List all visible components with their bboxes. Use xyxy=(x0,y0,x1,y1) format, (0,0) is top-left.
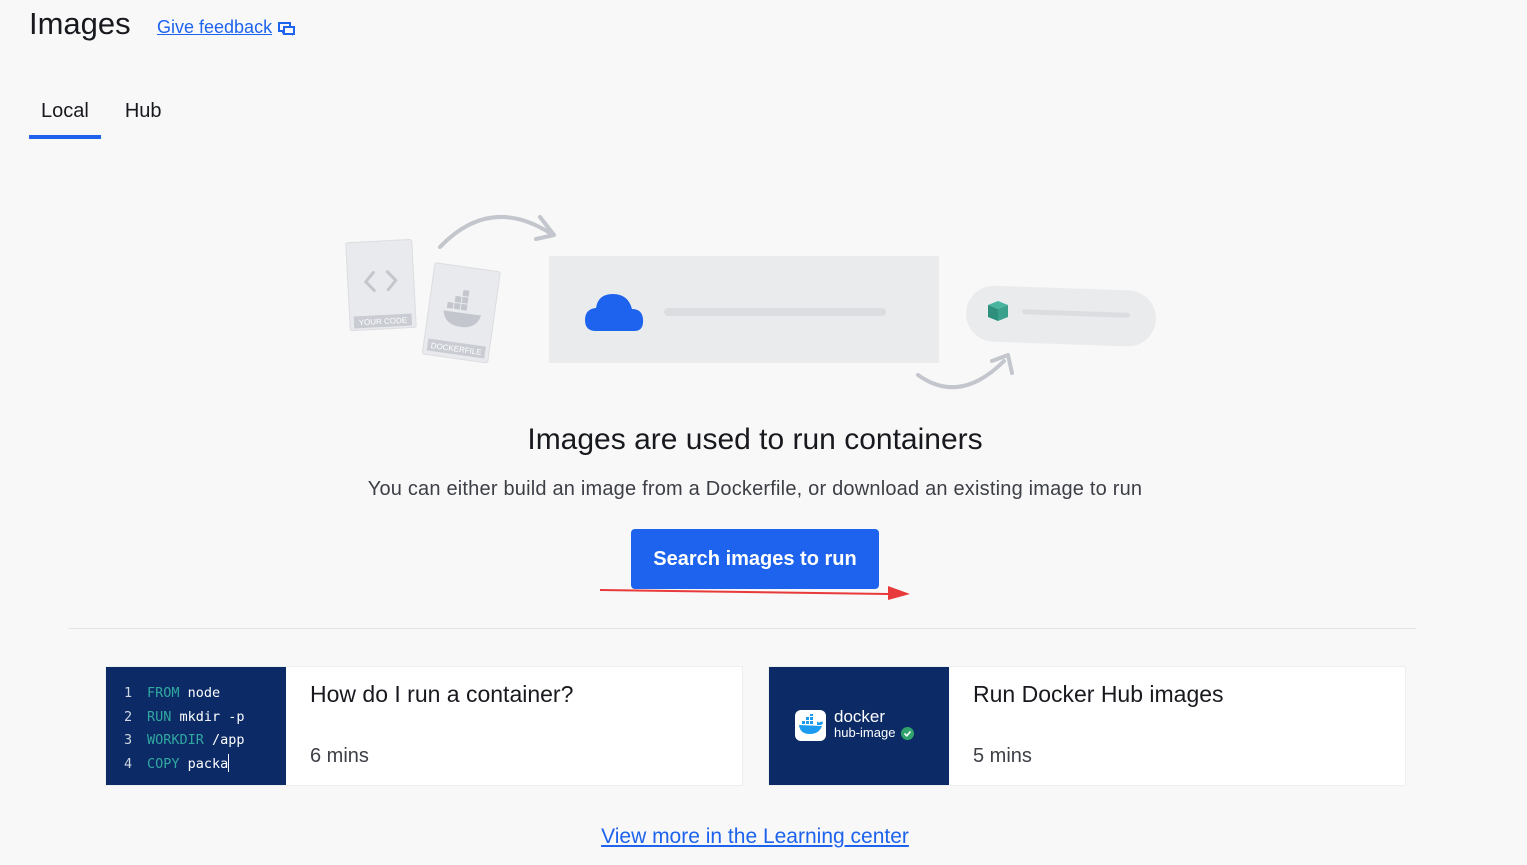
annotation-arrow-icon xyxy=(599,586,910,600)
search-images-button[interactable]: Search images to run xyxy=(631,529,879,589)
empty-state-illustration: YOUR CODE DOCKERFILE xyxy=(345,214,1156,390)
docker-whale-icon xyxy=(795,709,826,741)
your-code-file-icon: YOUR CODE xyxy=(345,238,417,332)
verified-check-icon xyxy=(901,726,915,740)
dockerfile-file-icon: DOCKERFILE xyxy=(421,262,501,364)
section-divider xyxy=(68,628,1416,629)
card-body: Run Docker Hub images 5 mins xyxy=(949,667,1405,785)
docker-logo-text: docker xyxy=(834,707,886,726)
empty-state-heading: Images are used to run containers xyxy=(527,423,983,456)
code-line: 2 RUN mkdir -p xyxy=(124,708,245,725)
docker-hub-logo: docker hub-image xyxy=(795,707,915,741)
feedback-icon xyxy=(278,21,296,36)
learn-card-run-container[interactable]: 1 FROM node 2 RUN mkdir -p 3 WORKDIR /app 4… xyxy=(106,667,742,785)
give-feedback-label: Give feedback xyxy=(157,17,273,37)
learn-card-docker-hub[interactable]: docker hub-image Run Docker Hub images 5… xyxy=(769,667,1405,785)
images-page: Images Give feedback Local Hub YOUR CODE xyxy=(0,0,1527,865)
card-title: How do I run a container? xyxy=(310,681,574,707)
page-title: Images xyxy=(29,6,131,41)
card-duration: 5 mins xyxy=(973,745,1032,767)
give-feedback-link[interactable]: Give feedback xyxy=(157,17,296,38)
arrow-bottom-icon xyxy=(916,359,1006,390)
code-line: 1 FROM node xyxy=(124,685,221,701)
container-icon xyxy=(988,301,1008,321)
learning-center-link[interactable]: View more in the Learning center xyxy=(601,825,909,848)
tab-hub[interactable]: Hub xyxy=(113,98,174,139)
hub-thumbnail: docker hub-image xyxy=(769,667,949,785)
tab-bar: Local Hub xyxy=(29,98,174,139)
card-duration: 6 mins xyxy=(310,745,369,767)
code-snippet: 1 FROM node 2 RUN mkdir -p 3 WORKDIR /app 4… xyxy=(124,682,245,776)
arrow-top-icon xyxy=(438,214,552,249)
card-body: How do I run a container? 6 mins xyxy=(286,667,742,785)
card-title: Run Docker Hub images xyxy=(973,681,1224,707)
code-thumbnail: 1 FROM node 2 RUN mkdir -p 3 WORKDIR /app 4… xyxy=(106,667,286,785)
code-line: 4 COPY packa xyxy=(124,753,230,772)
empty-state-subtext: You can either build an image from a Doc… xyxy=(367,478,1143,500)
tab-local[interactable]: Local xyxy=(29,98,101,139)
hub-image-label: hub-image xyxy=(834,725,896,740)
text-caret xyxy=(228,753,230,772)
code-line: 3 WORKDIR /app xyxy=(124,732,245,748)
